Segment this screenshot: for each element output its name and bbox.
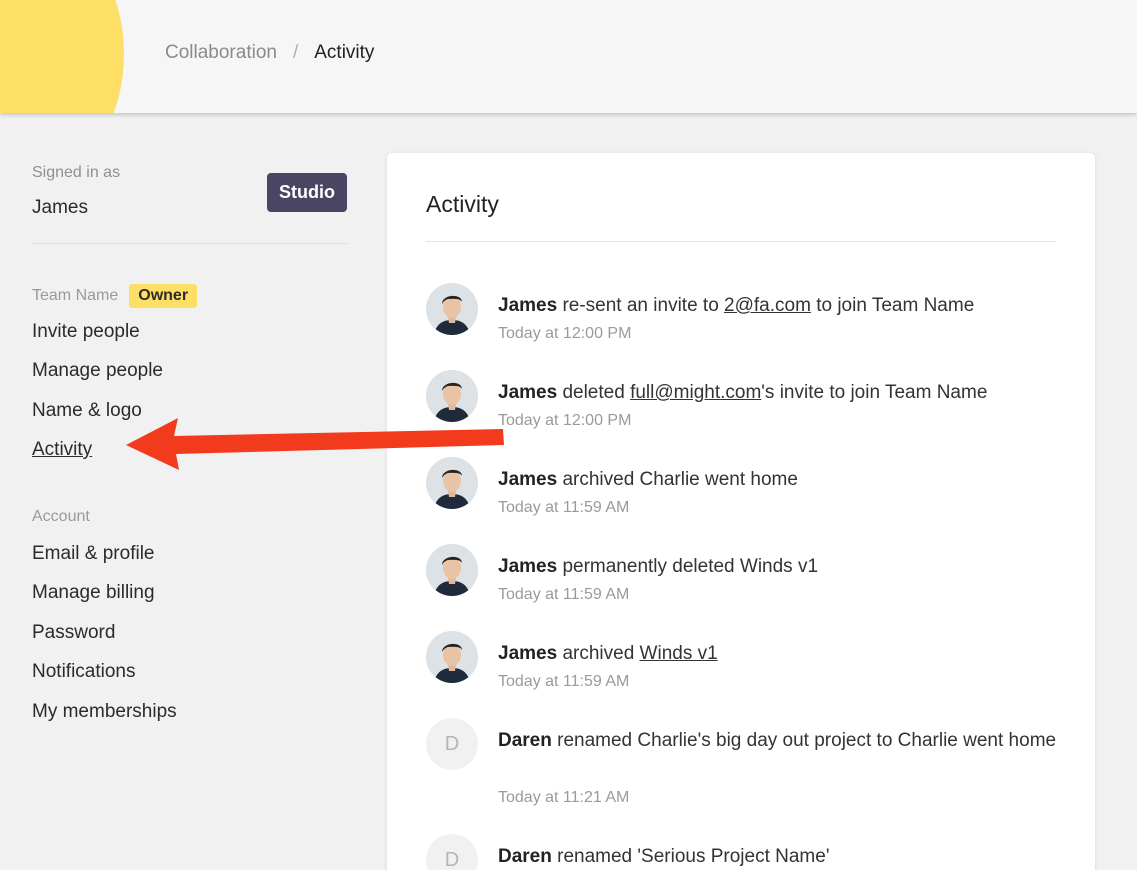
activity-description: deleted [557,382,631,403]
avatar [426,283,478,335]
team-header: Team Name Owner [32,284,198,308]
page-title: Activity [426,191,499,217]
sidebar-item-activity[interactable]: Activity [32,439,92,461]
sidebar-item-email-profile[interactable]: Email & profile [32,543,155,565]
signed-in-label: Signed in as [32,164,121,181]
activity-text: James permanently deleted Winds v1 [498,552,1058,581]
activity-description: renamed 'Serious Project Name' [551,846,830,867]
avatar: D [426,834,478,870]
activity-description: archived [557,643,640,664]
account-section-label: Account [32,508,90,525]
sidebar-item-password[interactable]: Password [32,622,115,644]
activity-card: Activity James re-sent an invite to 2@fa… [387,153,1095,870]
activity-link[interactable]: Winds v1 [640,643,718,664]
person-photo-icon [426,283,478,335]
activity-description: permanently deleted Winds v1 [557,556,819,577]
activity-text: James archived Winds v1 [498,639,1058,668]
avatar: D [426,718,478,770]
title-divider [426,241,1056,242]
team-name-label: Team Name [32,287,119,304]
sidebar-divider [32,243,347,244]
activity-timestamp: Today at 11:59 AM [498,586,630,603]
avatar [426,544,478,596]
avatar-initial: D [444,848,460,870]
activity-text: James deleted full@might.com's invite to… [498,378,1058,407]
activity-timestamp: Today at 11:59 AM [498,673,630,690]
activity-timestamp: Today at 12:00 PM [498,412,632,429]
activity-actor: Daren [498,730,552,751]
avatar-initial: D [444,732,460,755]
activity-description-suffix: 's invite to join Team Name [761,382,988,403]
person-photo-icon [426,631,478,683]
activity-actor: James [498,556,558,577]
activity-link[interactable]: full@might.com [630,382,761,403]
activity-description: archived Charlie went home [557,469,798,490]
activity-text: Daren renamed Charlie's big day out proj… [498,726,1058,755]
activity-description: renamed Charlie's big day out project to… [551,730,1057,751]
logo-badge[interactable] [0,0,124,113]
activity-description: re-sent an invite to [557,295,725,316]
activity-timestamp: Today at 12:00 PM [498,325,632,342]
activity-actor: James [498,295,558,316]
sidebar-item-manage-people[interactable]: Manage people [32,360,163,382]
breadcrumb-current: Activity [314,42,375,63]
activity-text: James re-sent an invite to 2@fa.com to j… [498,291,1058,320]
activity-text: James archived Charlie went home [498,465,1058,494]
activity-text: Daren renamed 'Serious Project Name' [498,842,1058,870]
arrow-shape [126,418,504,470]
sidebar-item-invite-people[interactable]: Invite people [32,321,140,343]
role-badge: Owner [129,284,198,308]
avatar [426,631,478,683]
top-bar: Collaboration / Activity [0,0,1137,113]
sidebar-item-my-memberships[interactable]: My memberships [32,701,177,723]
red-arrow-annotation [126,418,504,470]
plan-badge: Studio [267,173,347,212]
activity-timestamp: Today at 11:59 AM [498,499,630,516]
breadcrumb-collaboration[interactable]: Collaboration [165,42,277,64]
activity-timestamp: Today at 11:21 AM [498,789,630,806]
sidebar-item-notifications[interactable]: Notifications [32,661,136,683]
person-photo-icon [426,544,478,596]
sidebar-item-manage-billing[interactable]: Manage billing [32,582,155,604]
activity-actor: James [498,643,558,664]
activity-description-suffix: to join Team Name [810,295,975,316]
activity-actor: James [498,382,558,403]
signed-in-user: James [32,197,88,218]
activity-link[interactable]: 2@fa.com [724,295,811,316]
pencil-icon [0,0,22,9]
breadcrumb: Collaboration / Activity [165,42,374,64]
activity-actor: Daren [498,846,552,867]
breadcrumb-separator: / [292,42,299,63]
